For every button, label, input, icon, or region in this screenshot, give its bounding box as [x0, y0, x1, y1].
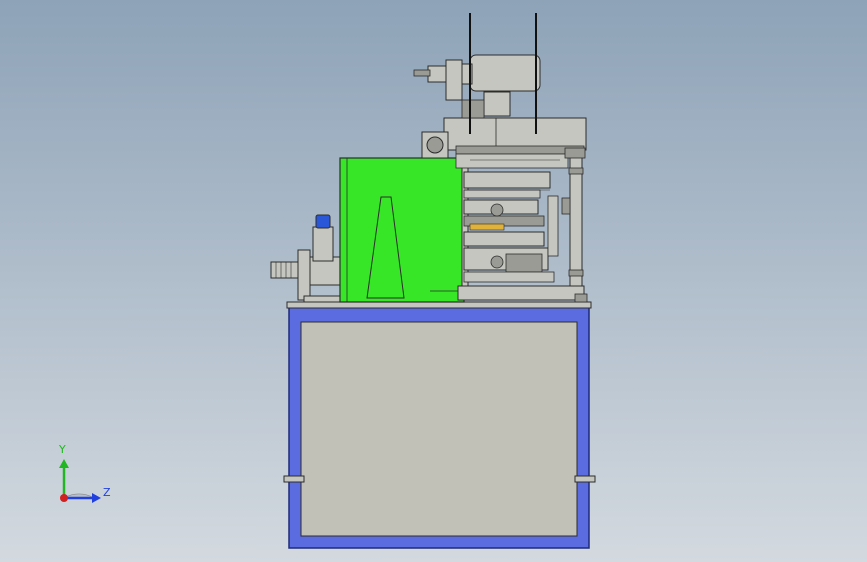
roller-3 — [463, 231, 545, 247]
cad-model-view[interactable] — [0, 0, 867, 562]
drive-bracket — [297, 249, 311, 301]
motor-mount — [483, 91, 511, 117]
gauge-dial — [426, 136, 444, 154]
green-safety-cover[interactable] — [339, 157, 465, 303]
base-hinge-right — [574, 475, 596, 483]
drive-foot — [303, 295, 345, 303]
z-axis-label: Z — [103, 486, 111, 499]
base-cabinet[interactable] — [283, 301, 596, 549]
yellow-tag — [469, 223, 505, 231]
x-axis-dot — [60, 494, 68, 502]
drive-column — [312, 226, 334, 262]
base-top-plate — [286, 301, 592, 309]
graphics-viewport[interactable]: Y Z — [0, 0, 867, 562]
y-axis-label: Y — [59, 443, 66, 456]
top-motor — [469, 54, 541, 92]
roller-1 — [463, 171, 551, 189]
blue-knob — [315, 214, 331, 229]
mechanism-base-plate — [457, 285, 585, 301]
base-hinge-left — [283, 475, 305, 483]
base-panel — [300, 321, 578, 537]
top-frame — [443, 117, 587, 151]
